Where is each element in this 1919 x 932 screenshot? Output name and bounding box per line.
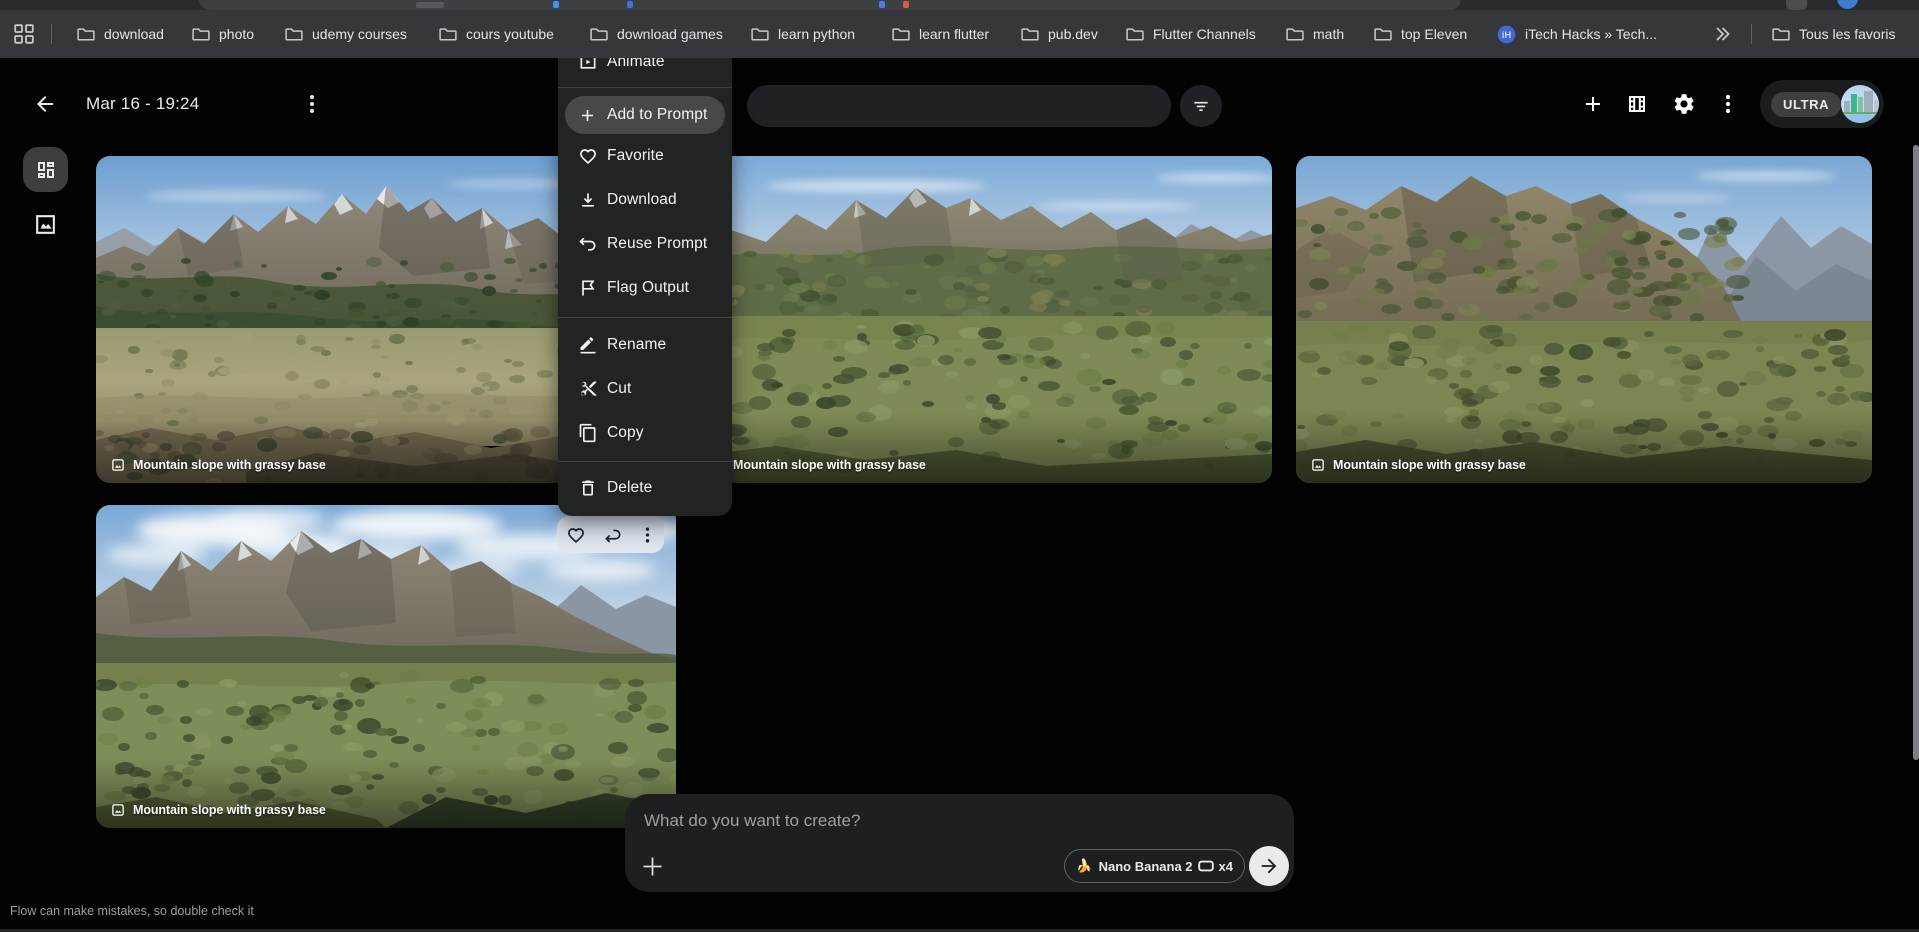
svg-text:iH: iH <box>1502 30 1512 41</box>
